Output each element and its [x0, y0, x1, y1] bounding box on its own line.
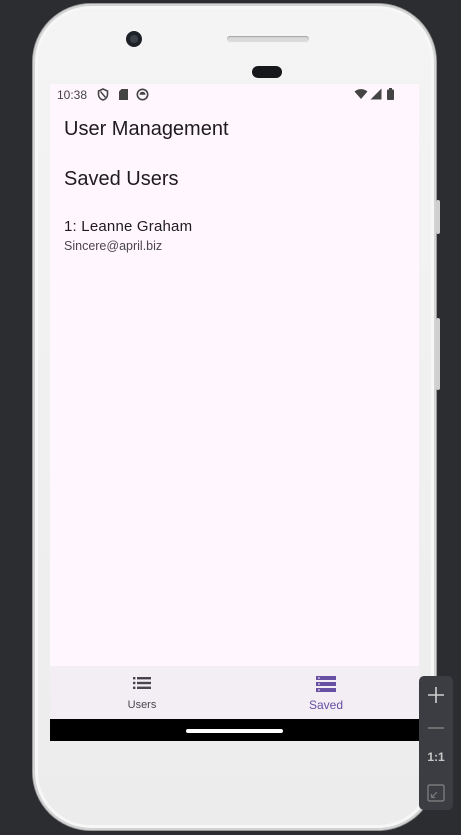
shield-icon	[97, 88, 109, 101]
plus-icon	[428, 687, 444, 703]
actual-size-button[interactable]: 1:1	[419, 750, 453, 764]
wifi-icon	[354, 89, 368, 99]
user-name: 1: Leanne Graham	[64, 218, 193, 235]
nav-label-saved: Saved	[308, 698, 344, 712]
proximity-sensor	[252, 66, 282, 78]
volume-button[interactable]	[436, 318, 440, 390]
nav-item-users[interactable]: Users	[50, 666, 234, 719]
section-title: Saved Users	[64, 168, 179, 190]
signal-icon	[370, 88, 382, 100]
zoom-in-button[interactable]	[419, 679, 453, 711]
power-button[interactable]	[436, 200, 440, 234]
bottom-navigation: Users Saved	[50, 666, 419, 719]
battery-icon	[387, 88, 394, 100]
fit-screen-icon	[427, 784, 445, 802]
list-item[interactable]: 1: Leanne Graham Sincere@april.biz	[64, 218, 404, 253]
sd-card-icon	[119, 89, 128, 100]
earpiece-speaker	[227, 36, 309, 42]
sync-icon	[136, 88, 149, 101]
zoom-out-button[interactable]	[419, 712, 453, 744]
list-icon	[133, 677, 151, 689]
fit-screen-button[interactable]	[419, 777, 453, 809]
system-navigation-bar	[50, 719, 419, 741]
home-gesture-handle[interactable]	[186, 729, 283, 733]
minus-icon	[428, 727, 444, 729]
saved-users-list: 1: Leanne Graham Sincere@april.biz	[64, 218, 404, 253]
nav-item-saved[interactable]: Saved	[234, 666, 418, 719]
user-email: Sincere@april.biz	[64, 239, 163, 253]
app-title: User Management	[64, 118, 229, 140]
saved-list-icon	[316, 676, 336, 692]
status-time: 10:38	[57, 88, 88, 102]
nav-label-users: Users	[127, 699, 157, 711]
front-camera	[126, 31, 142, 47]
emulator-zoom-panel: 1:1	[419, 676, 453, 810]
device-screen: 10:38 User Management Saved Users 1: Lea…	[50, 84, 419, 741]
status-bar: 10:38	[50, 84, 419, 106]
